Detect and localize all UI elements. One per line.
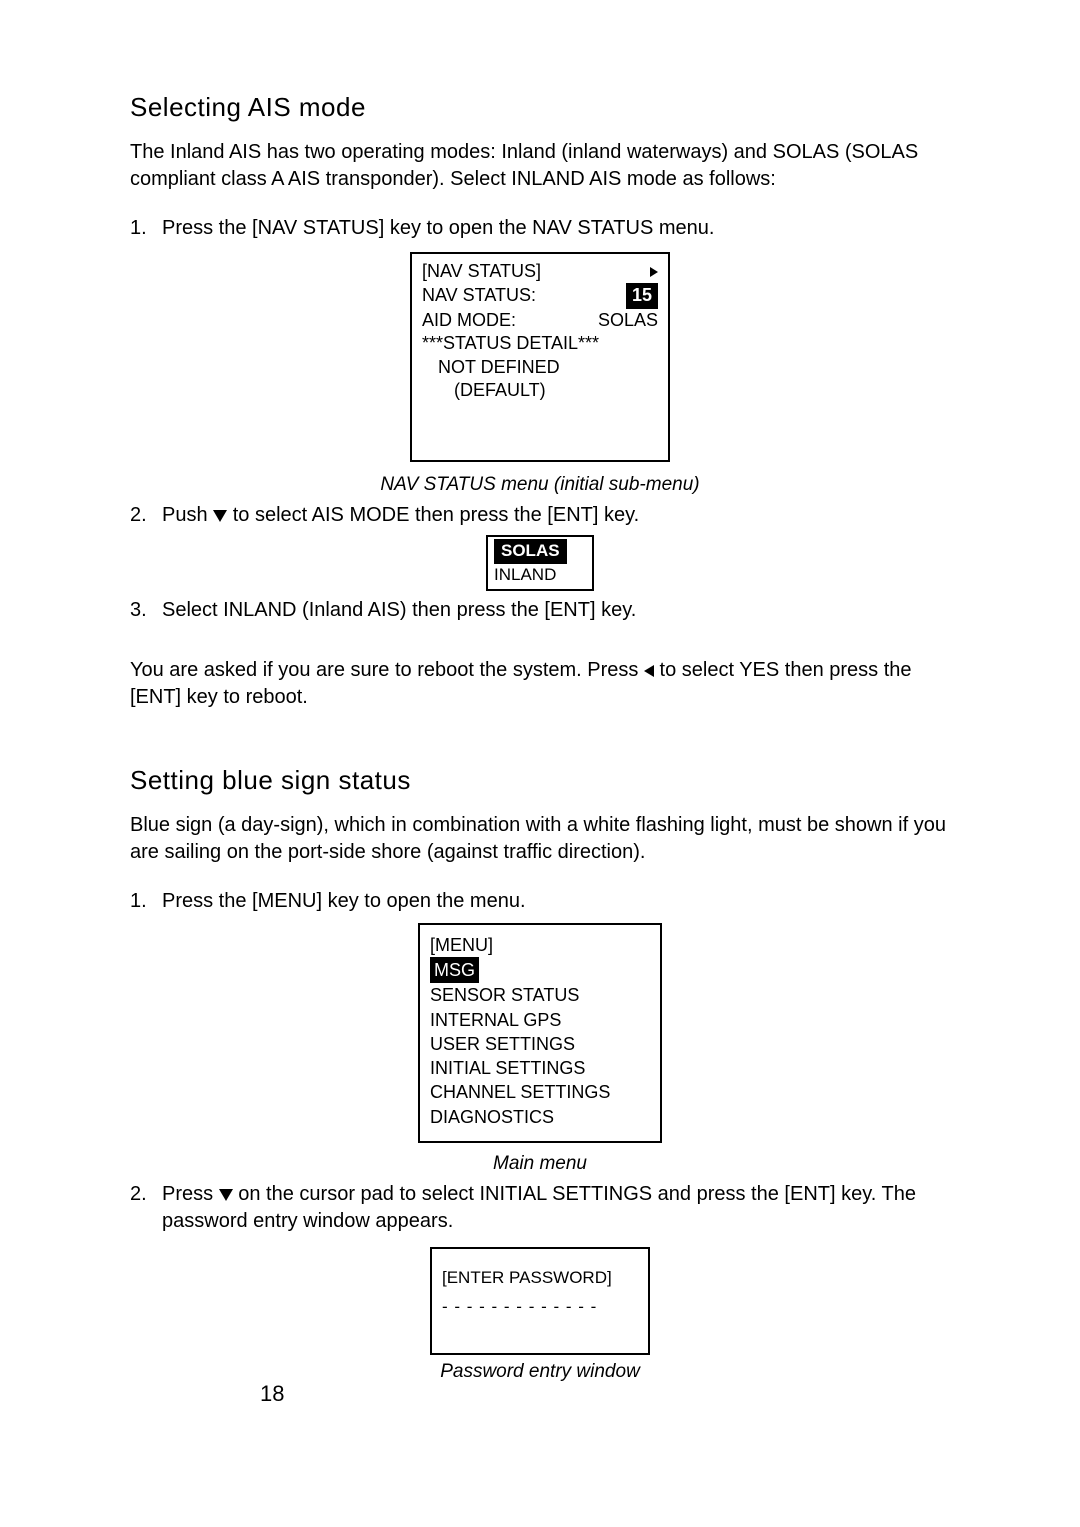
- step-1-3: 3. Select INLAND (Inland AIS) then press…: [130, 597, 950, 624]
- intro-para-2: Blue sign (a day-sign), which in combina…: [130, 812, 950, 866]
- step-text: Press the [NAV STATUS] key to open the N…: [162, 217, 714, 239]
- step-2-2: 2. Press on the cursor pad to select INI…: [130, 1181, 950, 1235]
- menu-item-internal-gps: INTERNAL GPS: [430, 1008, 650, 1032]
- nav-status-screen: [NAV STATUS] NAV STATUS: 15 AID MODE: SO…: [410, 252, 670, 462]
- menu-item-msg: MSG: [430, 957, 479, 983]
- play-icon: [650, 267, 658, 277]
- pw-title: [ENTER PASSWORD]: [442, 1267, 638, 1290]
- heading-blue-sign: Setting blue sign status: [130, 763, 950, 798]
- password-screen: [ENTER PASSWORD] - - - - - - - - - - - -…: [430, 1247, 650, 1355]
- ais-mode-popup: SOLAS INLAND: [486, 535, 594, 591]
- step-text-a: Push: [162, 504, 213, 526]
- menu-item-diagnostics: DIAGNOSTICS: [430, 1105, 650, 1129]
- caption-password: Password entry window: [130, 1359, 950, 1385]
- menu-item-channel-settings: CHANNEL SETTINGS: [430, 1080, 650, 1104]
- screen-title: [NAV STATUS]: [422, 260, 541, 283]
- nav-status-value: 15: [626, 283, 658, 308]
- menu-item-initial-settings: INITIAL SETTINGS: [430, 1056, 650, 1080]
- aid-mode-label: AID MODE:: [422, 309, 516, 332]
- status-line-1: NOT DEFINED: [422, 356, 560, 379]
- step-1-1: 1. Press the [NAV STATUS] key to open th…: [130, 215, 950, 242]
- step-2-1: 1. Press the [MENU] key to open the menu…: [130, 888, 950, 915]
- step-text-b: on the cursor pad to select INITIAL SETT…: [162, 1183, 916, 1232]
- aid-mode-value: SOLAS: [598, 309, 658, 332]
- popup-option-solas: SOLAS: [495, 540, 566, 563]
- step-text-b: to select AIS MODE then press the [ENT] …: [227, 504, 639, 526]
- step-text: Press the [MENU] key to open the menu.: [162, 890, 526, 912]
- step-text: Select INLAND (Inland AIS) then press th…: [162, 599, 636, 621]
- step-1-2: 2. Push to select AIS MODE then press th…: [130, 502, 950, 529]
- menu-item-sensor-status: SENSOR STATUS: [430, 983, 650, 1007]
- left-arrow-icon: [644, 665, 654, 677]
- intro-para-1: The Inland AIS has two operating modes: …: [130, 139, 950, 193]
- caption-nav-status: NAV STATUS menu (initial sub-menu): [130, 472, 950, 498]
- popup-option-inland: INLAND: [494, 564, 586, 587]
- step-text-a: Press: [162, 1183, 219, 1205]
- down-arrow-icon: [213, 510, 227, 522]
- pw-dashes: - - - - - - - - - - - - -: [442, 1296, 638, 1319]
- caption-main-menu: Main menu: [130, 1151, 950, 1177]
- nav-status-label: NAV STATUS:: [422, 284, 536, 307]
- menu-item-user-settings: USER SETTINGS: [430, 1032, 650, 1056]
- down-arrow-icon: [219, 1189, 233, 1201]
- status-line-2: (DEFAULT): [422, 379, 546, 402]
- status-header: ***STATUS DETAIL***: [422, 332, 658, 355]
- post-a: You are asked if you are sure to reboot …: [130, 659, 644, 681]
- post-para-1: You are asked if you are sure to reboot …: [130, 657, 950, 711]
- main-menu-screen: [MENU] MSG SENSOR STATUS INTERNAL GPS US…: [418, 923, 662, 1143]
- menu-title: [MENU]: [430, 933, 650, 957]
- page-number: 18: [260, 1379, 284, 1409]
- heading-selecting-ais-mode: Selecting AIS mode: [130, 90, 950, 125]
